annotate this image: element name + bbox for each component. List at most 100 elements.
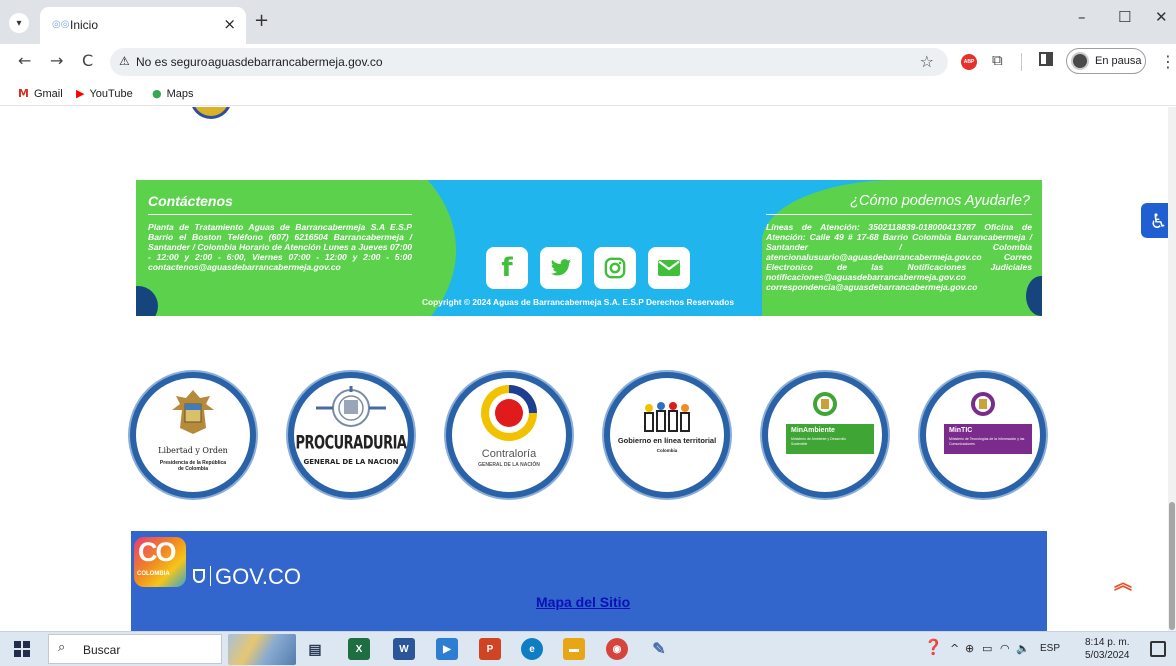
accessibility-icon: ♿ bbox=[1149, 208, 1168, 233]
bookmark-youtube[interactable]: ▶ YouTube bbox=[76, 87, 133, 100]
seal-line1: Contraloría bbox=[481, 448, 537, 460]
email-button[interactable] bbox=[648, 247, 690, 289]
tab-inicio[interactable]: ◎◎ Inicio × bbox=[40, 7, 246, 44]
site-favicon-icon: ◎◎ bbox=[52, 19, 70, 30]
facebook-button[interactable]: f bbox=[486, 247, 528, 289]
back-button[interactable]: ← bbox=[18, 51, 31, 70]
adblock-extension-icon[interactable]: ABP bbox=[961, 54, 977, 70]
volume-icon[interactable]: 🔈 bbox=[1016, 642, 1030, 655]
scroll-to-top-button[interactable]: ︽ bbox=[1114, 575, 1132, 593]
seal-line2: GENERAL DE LA NACION bbox=[303, 458, 399, 466]
paint-icon[interactable]: ✎ bbox=[648, 638, 670, 660]
instagram-icon bbox=[604, 257, 626, 279]
contact-heading: Contáctenos bbox=[148, 193, 233, 209]
maps-icon: ● bbox=[152, 87, 162, 100]
seal-line2: Colombia bbox=[656, 448, 678, 453]
twitter-icon bbox=[550, 259, 572, 276]
edge-icon[interactable]: e bbox=[521, 638, 543, 660]
copyright-text: Copyright © 2024 Aguas de Barrancabermej… bbox=[422, 297, 734, 307]
coat-of-arms-icon bbox=[172, 390, 214, 434]
forward-button[interactable]: → bbox=[50, 51, 63, 70]
avatar bbox=[1071, 52, 1089, 70]
language-indicator[interactable]: ESP bbox=[1040, 643, 1060, 654]
profile-status: En pausa bbox=[1095, 55, 1142, 67]
seal-gobierno-linea[interactable]: Gobierno en línea territorial Colombia bbox=[604, 372, 730, 498]
extensions-icon[interactable]: ⧉ bbox=[992, 51, 1003, 69]
reload-button[interactable]: C bbox=[82, 51, 93, 70]
onedrive-icon[interactable]: ⊕ bbox=[965, 642, 974, 655]
bookmark-gmail[interactable]: M Gmail bbox=[18, 87, 63, 100]
bookmark-label: Gmail bbox=[33, 87, 63, 100]
wifi-icon[interactable]: ◠ bbox=[1000, 642, 1010, 655]
procuraduria-emblem-icon bbox=[316, 386, 386, 427]
profile-button[interactable]: En pausa bbox=[1066, 48, 1146, 74]
divider bbox=[766, 214, 1032, 215]
bookmark-label: YouTube bbox=[89, 87, 133, 100]
minambiente-badge: MinAmbiente Ministerio de Ambiente y Des… bbox=[786, 424, 874, 454]
seal-line2: GENERAL DE LA NACIÓN bbox=[478, 462, 540, 468]
seal-mintic[interactable]: MinTIC Ministerio de Tecnologías de la I… bbox=[920, 372, 1046, 498]
seal-minambiente[interactable]: MinAmbiente Ministerio de Ambiente y Des… bbox=[762, 372, 888, 498]
powerpoint-icon[interactable]: P bbox=[479, 638, 501, 660]
keyboard-icon[interactable]: ▭ bbox=[982, 642, 992, 655]
tab-search-button[interactable]: ▾ bbox=[9, 13, 29, 33]
footer-banner: Contáctenos Planta de Tratamiento Aguas … bbox=[136, 180, 1042, 316]
seal-line1: Libertad y Orden bbox=[158, 446, 228, 455]
seal-procuraduria[interactable]: PROCURADURIA GENERAL DE LA NACION bbox=[288, 372, 414, 498]
taskbar-clock[interactable]: 8:14 p. m. 5/03/2024 bbox=[1085, 636, 1130, 662]
seal-line1: MinTIC bbox=[949, 427, 973, 434]
twitter-button[interactable] bbox=[540, 247, 582, 289]
file-explorer-icon[interactable]: ▬ bbox=[563, 638, 585, 660]
maximize-button[interactable]: ☐ bbox=[1118, 8, 1131, 26]
chrome-icon[interactable]: ◉ bbox=[606, 638, 628, 660]
new-tab-button[interactable]: + bbox=[254, 10, 269, 31]
windows-taskbar: ⌕ Buscar ▤ X W ▶ P e ▬ ◉ ✎ ❓ ^ ⊕ ▭ ◠ 🔈 E… bbox=[0, 631, 1176, 666]
toolbar-divider bbox=[1021, 53, 1022, 71]
help-heading: ¿Cómo podemos Ayudarle? bbox=[850, 193, 1030, 209]
seal-presidencia[interactable]: Libertad y Orden Presidencia de la Repúb… bbox=[130, 372, 256, 498]
bookmarks-bar: M Gmail ▶ YouTube ● Maps bbox=[0, 80, 1176, 106]
notifications-icon[interactable] bbox=[1150, 641, 1166, 657]
address-bar[interactable]: ⚠ No es seguro aguasdebarrancabermeja.go… bbox=[110, 48, 948, 76]
media-icon[interactable]: ▶ bbox=[436, 638, 458, 660]
task-view-icon[interactable]: ▤ bbox=[304, 638, 326, 660]
bookmark-star-icon[interactable]: ☆ bbox=[920, 52, 934, 71]
bookmark-maps[interactable]: ● Maps bbox=[152, 87, 194, 100]
windows-start-icon[interactable] bbox=[14, 641, 30, 657]
decor-shape bbox=[436, 180, 486, 202]
word-icon[interactable]: W bbox=[393, 638, 415, 660]
site-logo[interactable] bbox=[190, 107, 232, 119]
sitemap-link[interactable]: Mapa del Sitio bbox=[536, 594, 630, 610]
search-highlight-image[interactable] bbox=[228, 634, 296, 665]
tab-close-button[interactable]: × bbox=[223, 15, 236, 33]
colombia-text: COLOMBIA bbox=[137, 571, 170, 577]
taskbar-search-input[interactable]: ⌕ Buscar bbox=[48, 634, 222, 664]
tray-chevron-icon[interactable]: ^ bbox=[950, 642, 959, 655]
tab-strip: ▾ ◎◎ Inicio × + – ☐ ✕ bbox=[0, 0, 1176, 44]
instagram-button[interactable] bbox=[594, 247, 636, 289]
browser-menu-icon[interactable]: ⋮ bbox=[1160, 52, 1176, 71]
scrollbar-thumb[interactable] bbox=[1169, 502, 1175, 630]
email-icon bbox=[658, 260, 680, 276]
seal-contraloria[interactable]: Contraloría GENERAL DE LA NACIÓN bbox=[446, 372, 572, 498]
close-window-button[interactable]: ✕ bbox=[1155, 8, 1168, 26]
divider bbox=[210, 566, 211, 586]
page-scrollbar[interactable] bbox=[1168, 107, 1176, 631]
colombia-co-logo[interactable]: CO COLOMBIA bbox=[134, 537, 186, 587]
excel-icon[interactable]: X bbox=[348, 638, 370, 660]
co-text: CO bbox=[138, 537, 176, 567]
side-panel-icon[interactable] bbox=[1039, 52, 1053, 66]
security-label[interactable]: No es seguro bbox=[136, 55, 207, 69]
gov-co-bar: CO COLOMBIA GOV.CO Mapa del Sitio bbox=[131, 531, 1047, 631]
facebook-icon: f bbox=[501, 253, 513, 283]
seal-line2: Ministerio de Ambiente y Desarrollo Sost… bbox=[791, 437, 847, 446]
help-icon[interactable]: ❓ bbox=[924, 638, 943, 656]
url-text[interactable]: aguasdebarrancabermeja.gov.co bbox=[208, 55, 383, 69]
tab-title: Inicio bbox=[70, 18, 99, 32]
clock-time: 8:14 p. m. bbox=[1085, 637, 1130, 648]
divider bbox=[148, 214, 412, 215]
minimize-button[interactable]: – bbox=[1078, 8, 1086, 26]
gov-co-logo-text[interactable]: GOV.CO bbox=[215, 564, 301, 590]
warning-icon[interactable]: ⚠ bbox=[119, 54, 130, 68]
help-text: Líneas de Atención: 3502118839-018000413… bbox=[766, 222, 1032, 292]
